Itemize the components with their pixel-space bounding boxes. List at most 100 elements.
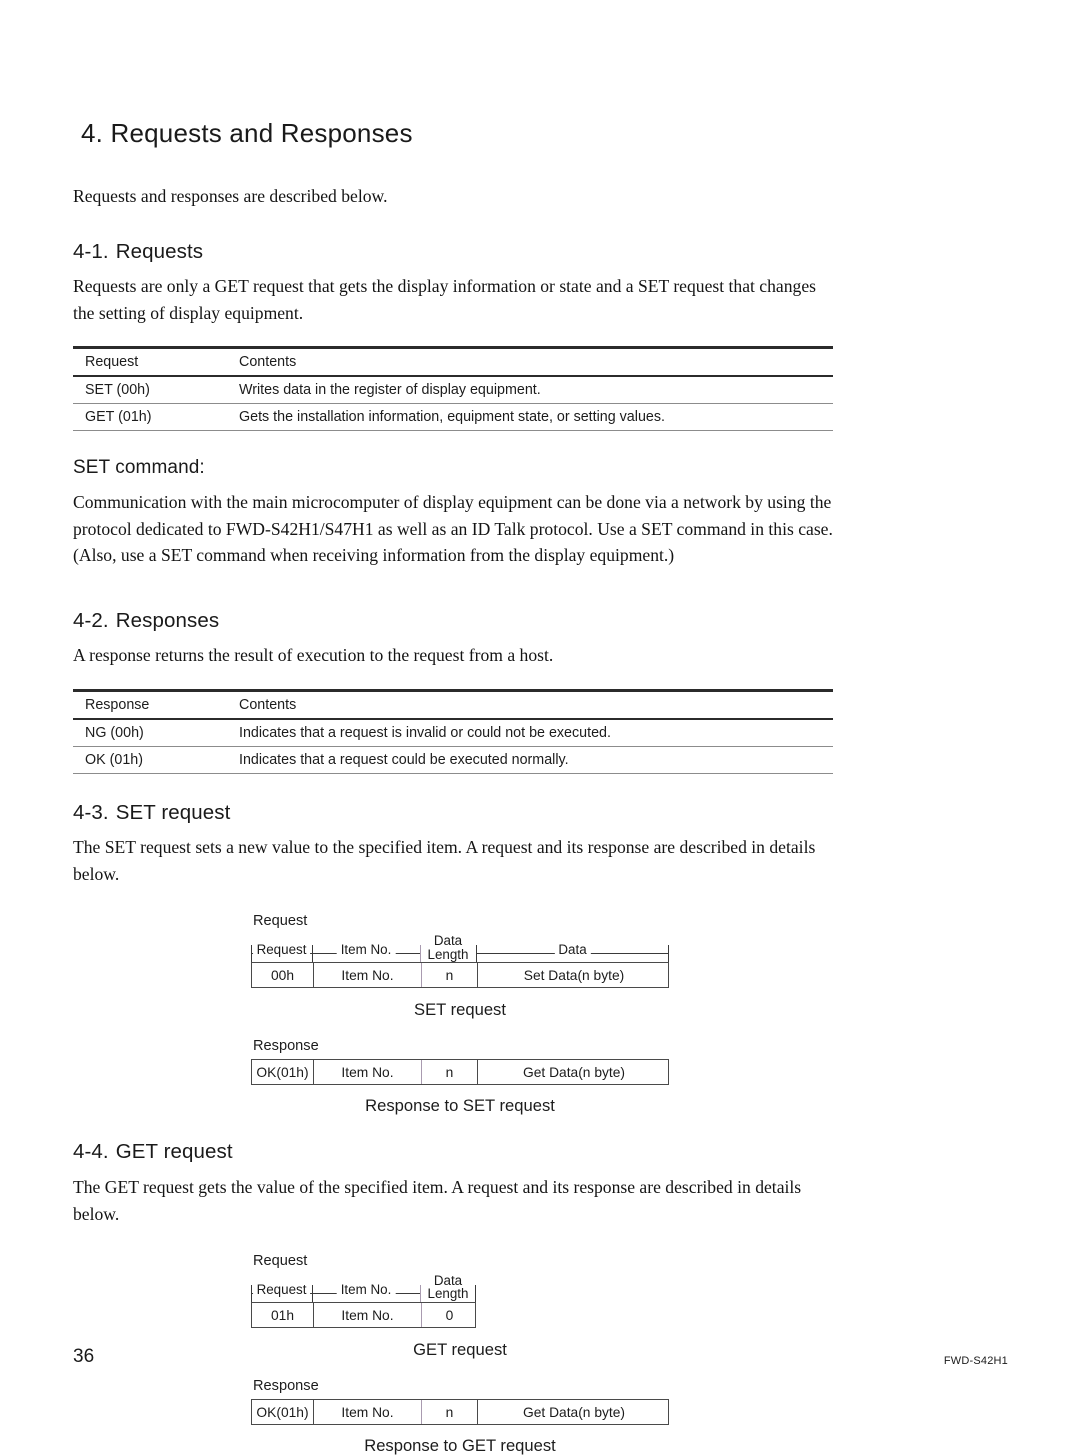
dimension-segment-item-no: Item No. bbox=[312, 934, 420, 962]
section-heading-responses: 4-2. Responses bbox=[73, 609, 839, 634]
dimension-tick bbox=[251, 945, 252, 963]
dimension-tick bbox=[420, 945, 421, 963]
dimension-segment-item-no: Item No. bbox=[312, 1274, 420, 1302]
packet-field-item-no: Item No. bbox=[313, 1400, 421, 1425]
table-header: Request Contents bbox=[73, 346, 833, 378]
dimension-label-data-length: Data Length bbox=[423, 1273, 473, 1302]
diagram-caption-set-request: SET request bbox=[414, 1000, 506, 1020]
packet-field-item-no: Item No. bbox=[313, 1060, 421, 1085]
requests-body-text: Requests are only a GET request that get… bbox=[73, 276, 816, 323]
chapter-intro-text: Requests and responses are described bel… bbox=[73, 186, 388, 207]
get-request-body-text: The GET request gets the value of the sp… bbox=[73, 1177, 802, 1224]
table-row: GET (01h) Gets the installation informat… bbox=[73, 403, 833, 432]
diagram-caption-get-response: Response to GET request bbox=[364, 1436, 556, 1456]
column-header-request: Request bbox=[73, 346, 235, 378]
packet-field-item-no: Item No. bbox=[313, 1303, 421, 1328]
dimension-row: Request Item No. Data Length bbox=[251, 1274, 669, 1303]
get-request-diagram: Request Request Item No. Data Length 01h… bbox=[251, 1253, 671, 1360]
get-response-diagram: Response OK(01h) Item No. n Get Data(n b… bbox=[251, 1378, 671, 1456]
page-content: 4. Requests and Responses Requests and r… bbox=[73, 118, 839, 1456]
diagram-label-request: Request bbox=[253, 913, 308, 930]
cell-contents-ok: Indicates that a request could be execut… bbox=[235, 746, 833, 774]
dimension-tick bbox=[475, 1285, 476, 1303]
packet-set-response: OK(01h) Item No. n Get Data(n byte) bbox=[251, 1059, 669, 1086]
responses-table: Response Contents NG (00h) Indicates tha… bbox=[73, 688, 833, 774]
dimension-label-data-length-line1: Data bbox=[433, 1273, 463, 1289]
cell-contents-ng: Indicates that a request is invalid or c… bbox=[235, 718, 833, 747]
table-header: Response Contents bbox=[73, 688, 833, 720]
section-title: Requests bbox=[115, 239, 204, 263]
set-response-diagram: Response OK(01h) Item No. n Get Data(n b… bbox=[251, 1038, 671, 1116]
dimension-label-data-length-line1: Data bbox=[433, 933, 463, 949]
section-number: 4-3. bbox=[73, 800, 109, 824]
dimension-tick bbox=[420, 1285, 421, 1303]
packet-field-item-no: Item No. bbox=[313, 963, 421, 988]
dimension-label-data-length-line2: Length bbox=[427, 1286, 469, 1302]
cell-response-ng: NG (00h) bbox=[73, 718, 235, 747]
diagram-caption-get-request: GET request bbox=[413, 1340, 507, 1360]
cell-contents-set: Writes data in the register of display e… bbox=[235, 376, 833, 405]
cell-response-ok: OK (01h) bbox=[73, 746, 235, 774]
packet-field-request-code: 01h bbox=[270, 1307, 295, 1323]
packet-set-request: Request Item No. Data Length Data 00h It… bbox=[251, 934, 670, 989]
set-request-diagram: Request Request Item No. Data Length Dat… bbox=[251, 913, 671, 1020]
packet-field-row: 00h Item No. n Set Data(n byte) bbox=[251, 962, 670, 989]
dimension-label-item-no: Item No. bbox=[336, 943, 396, 957]
dimension-segment-data-length: Data Length bbox=[420, 1274, 476, 1302]
section-title: Responses bbox=[115, 608, 220, 632]
diagram-label-response: Response bbox=[253, 1038, 319, 1055]
table-body: SET (00h) Writes data in the register of… bbox=[73, 376, 833, 432]
section-heading-requests: 4-1. Requests bbox=[73, 240, 839, 265]
section-number: 4-1. bbox=[73, 239, 109, 263]
responses-body-text: A response returns the result of executi… bbox=[73, 645, 554, 666]
packet-field-data-length: n bbox=[421, 1400, 477, 1425]
section-heading-set-request: 4-3. SET request bbox=[73, 801, 839, 826]
page-title: 4. Requests and Responses bbox=[81, 118, 413, 148]
set-command-body-text: Communication with the main microcompute… bbox=[73, 492, 833, 566]
dimension-tick bbox=[251, 1285, 252, 1303]
diagram-caption-set-response: Response to SET request bbox=[365, 1096, 555, 1116]
dimension-tick bbox=[312, 1285, 313, 1303]
dimension-label-request: Request bbox=[252, 943, 311, 957]
footer-model-name: FWD-S42H1 bbox=[943, 1355, 1008, 1367]
section-heading-get-request: 4-4. GET request bbox=[73, 1140, 839, 1165]
dimension-segment-request: Request bbox=[251, 1274, 312, 1302]
dimension-label-data-length: Data Length bbox=[423, 933, 473, 961]
packet-field-data: Set Data(n byte) bbox=[477, 963, 670, 988]
cell-request-get: GET (01h) bbox=[73, 403, 235, 432]
table-row: OK (01h) Indicates that a request could … bbox=[73, 746, 833, 774]
section-number: 4-4. bbox=[73, 1140, 109, 1164]
packet-field-data-length: 0 bbox=[421, 1303, 477, 1328]
dimension-tick bbox=[476, 945, 477, 963]
packet-field-response-code: OK(01h) bbox=[256, 1064, 309, 1080]
section-number: 4-2. bbox=[73, 608, 109, 632]
packet-field-data-length: n bbox=[421, 963, 477, 988]
dimension-tick bbox=[312, 945, 313, 963]
cell-request-set: SET (00h) bbox=[73, 376, 235, 405]
column-header-contents: Contents bbox=[235, 688, 833, 720]
packet-field-data-length: n bbox=[421, 1060, 477, 1085]
packet-field-row: OK(01h) Item No. n Get Data(n byte) bbox=[251, 1399, 670, 1426]
diagram-label-request: Request bbox=[253, 1253, 308, 1270]
table-header-row: Response Contents bbox=[73, 688, 833, 720]
section-title: SET request bbox=[115, 800, 231, 824]
dimension-row: Request Item No. Data Length bbox=[251, 934, 669, 963]
column-header-contents: Contents bbox=[235, 346, 833, 378]
table-row: NG (00h) Indicates that a request is inv… bbox=[73, 718, 833, 747]
packet-field-row: 01h Item No. 0 bbox=[251, 1302, 477, 1329]
packet-get-request: Request Item No. Data Length 01h Item No… bbox=[251, 1274, 669, 1329]
packet-field-data: Get Data(n byte) bbox=[477, 1400, 670, 1425]
dimension-segment-data-length: Data Length bbox=[420, 934, 476, 962]
